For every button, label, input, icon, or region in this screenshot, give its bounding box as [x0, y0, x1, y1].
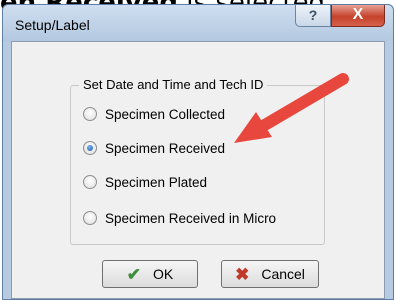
title-bar: Setup/Label ? X — [3, 5, 393, 41]
radio-label: Specimen Collected — [105, 106, 226, 122]
checkmark-icon: ✔ — [126, 264, 141, 284]
setup-label-dialog: Setup/Label ? X Set Date and Time and Te… — [2, 4, 394, 300]
radio-icon[interactable] — [83, 175, 97, 189]
radio-icon[interactable] — [83, 211, 97, 225]
radio-specimen-plated[interactable]: Specimen Plated — [83, 172, 207, 192]
cancel-label: Cancel — [261, 266, 305, 282]
radio-label: Specimen Plated — [105, 174, 208, 190]
close-icon: X — [352, 6, 364, 23]
x-mark-icon: ✖ — [235, 264, 250, 284]
radio-icon[interactable] — [83, 107, 97, 121]
radio-specimen-received-in-micro[interactable]: Specimen Received in Micro — [83, 208, 276, 228]
ok-label: OK — [153, 266, 174, 282]
help-button[interactable]: ? — [295, 5, 331, 27]
group-legend: Set Date and Time and Tech ID — [79, 77, 268, 92]
close-button[interactable]: X — [331, 5, 385, 27]
radio-selected-icon[interactable] — [83, 141, 97, 155]
cancel-button[interactable]: ✖ Cancel — [221, 260, 319, 288]
date-time-tech-group: Set Date and Time and Tech ID Specimen C… — [70, 77, 325, 245]
radio-specimen-received[interactable]: Specimen Received — [83, 138, 225, 158]
dialog-client-area: Set Date and Time and Tech ID Specimen C… — [11, 41, 385, 299]
radio-label: Specimen Received in Micro — [105, 210, 277, 226]
help-icon: ? — [308, 7, 318, 23]
radio-label: Specimen Received — [105, 140, 226, 156]
ok-button[interactable]: ✔ OK — [102, 260, 198, 288]
radio-specimen-collected[interactable]: Specimen Collected — [83, 104, 225, 124]
window-title: Setup/Label — [15, 17, 90, 33]
